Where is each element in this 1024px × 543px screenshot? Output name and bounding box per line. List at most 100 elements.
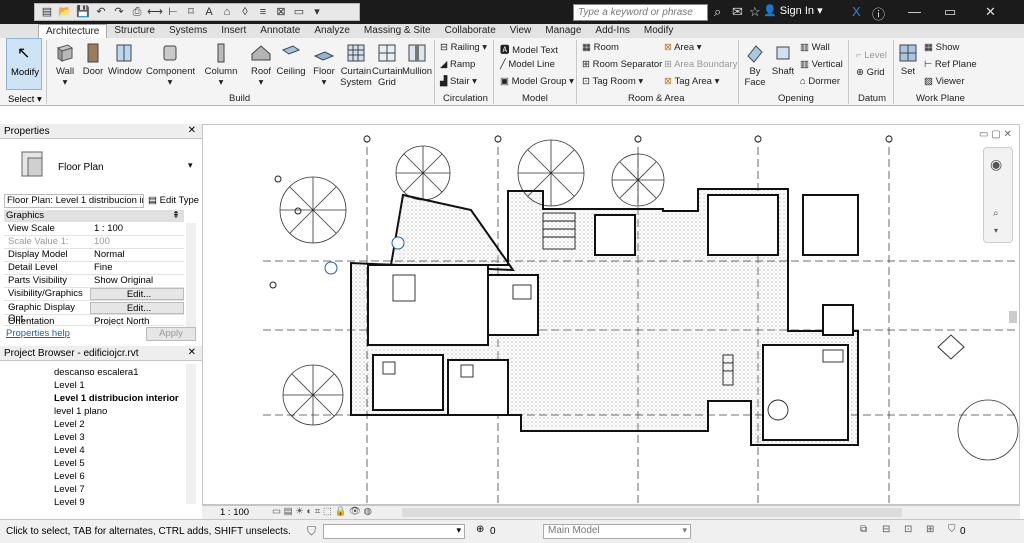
area-button[interactable]: ⊠ Area ▾ bbox=[664, 42, 702, 53]
area-boundary-button[interactable]: ⊞ Area Boundary bbox=[664, 59, 737, 70]
filter-selection-icon[interactable]: ⛉ bbox=[948, 524, 956, 535]
save-icon[interactable]: 💾 bbox=[75, 5, 91, 19]
floor-button[interactable]: Floor ▾ bbox=[310, 42, 338, 88]
ref-plane-button[interactable]: ⊢ Ref Plane bbox=[924, 59, 977, 70]
tab-manage[interactable]: Manage bbox=[538, 24, 588, 38]
visibility-edit-button[interactable]: Edit... bbox=[90, 288, 184, 300]
signin-button[interactable]: 👤 Sign In ▾ bbox=[763, 4, 823, 17]
prop-value[interactable]: Show Original bbox=[90, 275, 184, 287]
switch-windows-icon[interactable]: ▭ bbox=[291, 5, 307, 19]
select-underlay-icon[interactable]: ⊟ bbox=[882, 524, 890, 535]
show-crop-icon[interactable]: ⬚ bbox=[323, 506, 332, 517]
browser-item[interactable]: descanso escalera1 bbox=[54, 367, 139, 378]
room-separator-button[interactable]: ⊞ Room Separator bbox=[582, 59, 662, 70]
canvas-scrollbar[interactable] bbox=[1009, 311, 1017, 323]
view-controls-icons[interactable]: ▭ ▤ ☀ ◐ ⌗ ⬚ 🔒 👁 ◍ bbox=[272, 506, 372, 517]
window-button[interactable]: Window bbox=[108, 42, 142, 77]
print-icon[interactable]: ⎙ bbox=[129, 5, 145, 19]
redo-icon[interactable]: ↷ bbox=[111, 5, 127, 19]
visual-style-icon[interactable]: ▤ bbox=[284, 506, 293, 517]
model-group-button[interactable]: ▣ Model Group ▾ bbox=[500, 76, 574, 87]
shaft-button[interactable]: Shaft bbox=[770, 42, 796, 77]
app-menu-icon[interactable]: ▤ bbox=[39, 5, 55, 19]
browser-item[interactable]: Level 6 bbox=[54, 471, 85, 482]
edit-type-button[interactable]: ▤ Edit Type bbox=[148, 195, 199, 206]
tab-modify[interactable]: Modify bbox=[637, 24, 680, 38]
prop-value[interactable]: Project North bbox=[90, 316, 184, 325]
maximize-icon[interactable]: ▭ bbox=[944, 4, 956, 20]
text-icon[interactable]: A bbox=[201, 5, 217, 19]
tab-annotate[interactable]: Annotate bbox=[253, 24, 307, 38]
section-header[interactable]: Graphics ⇞ bbox=[4, 210, 184, 222]
model-line-button[interactable]: ╱ Model Line bbox=[500, 59, 555, 70]
wall-opening-button[interactable]: ▥ Wall bbox=[800, 42, 830, 53]
browser-item[interactable]: Level 2 bbox=[54, 419, 85, 430]
view-scale[interactable]: 1 : 100 bbox=[220, 507, 249, 518]
sun-path-icon[interactable]: ☀ bbox=[295, 506, 304, 517]
modify-button[interactable]: ↖ Modify bbox=[6, 38, 42, 90]
apply-button[interactable]: Apply bbox=[146, 327, 196, 341]
show-button[interactable]: ▦ Show bbox=[924, 42, 959, 53]
communication-icon[interactable]: ✉ bbox=[732, 4, 743, 20]
browser-item[interactable]: Level 5 bbox=[54, 458, 85, 469]
minimize-icon[interactable]: — bbox=[908, 4, 921, 19]
wall-button[interactable]: Wall ▾ bbox=[52, 42, 78, 88]
tag-room-button[interactable]: ⊡ Tag Room ▾ bbox=[582, 76, 643, 87]
select-by-face-icon[interactable]: ⊞ bbox=[926, 524, 934, 535]
level-button[interactable]: ⌐ Level bbox=[856, 50, 887, 61]
measure-icon[interactable]: ⟷ bbox=[147, 5, 163, 19]
select-pinned-icon[interactable]: ⊡ bbox=[904, 524, 912, 535]
detail-level-icon[interactable]: ▭ bbox=[272, 506, 281, 517]
roof-button[interactable]: Roof ▾ bbox=[248, 42, 274, 88]
binoculars-icon[interactable]: ⌕ bbox=[714, 4, 721, 20]
tag-area-button[interactable]: ⊠ Tag Area ▾ bbox=[664, 76, 719, 87]
properties-help-link[interactable]: Properties help bbox=[6, 328, 70, 339]
properties-scrollbar[interactable] bbox=[186, 223, 196, 327]
undo-icon[interactable]: ↶ bbox=[93, 5, 109, 19]
room-button[interactable]: ▦ Room bbox=[582, 42, 619, 53]
viewer-button[interactable]: ▨ Viewer bbox=[924, 76, 965, 87]
tab-add-ins[interactable]: Add-Ins bbox=[588, 24, 636, 38]
open-icon[interactable]: 📂 bbox=[57, 5, 73, 19]
reveal-icon[interactable]: ◍ bbox=[364, 506, 372, 517]
prop-value[interactable]: 1 : 100 bbox=[90, 223, 184, 235]
mullion-button[interactable]: Mullion bbox=[402, 42, 432, 77]
tab-insert[interactable]: Insert bbox=[214, 24, 253, 38]
navigation-bar[interactable]: ◉ ⌕ ▾ bbox=[983, 147, 1013, 243]
stair-button[interactable]: ▟ Stair ▾ bbox=[440, 76, 477, 87]
model-text-button[interactable]: 🅰 Model Text bbox=[500, 42, 558, 56]
favorites-icon[interactable]: ☆ bbox=[749, 4, 761, 20]
browser-item[interactable]: Level 3 bbox=[54, 432, 85, 443]
select-links-icon[interactable]: ⧉ bbox=[860, 524, 867, 535]
hide-icon[interactable]: 👁 bbox=[349, 506, 361, 517]
by-face-button[interactable]: By Face bbox=[742, 42, 768, 88]
vertical-opening-button[interactable]: ▥ Vertical bbox=[800, 59, 843, 70]
prop-value[interactable]: Normal bbox=[90, 249, 184, 261]
browser-item[interactable]: level 1 plano bbox=[54, 406, 107, 417]
filter-icon[interactable]: ⛉ bbox=[307, 524, 316, 539]
tab-massing-site[interactable]: Massing & Site bbox=[357, 24, 438, 38]
close-hidden-icon[interactable]: ⊠ bbox=[273, 5, 289, 19]
browser-scrollbar[interactable] bbox=[186, 364, 196, 504]
design-option-dropdown[interactable]: Main Model ▾ bbox=[543, 524, 691, 539]
door-button[interactable]: Door bbox=[80, 42, 106, 77]
component-button[interactable]: Component ▾ bbox=[146, 42, 195, 88]
tab-analyze[interactable]: Analyze bbox=[307, 24, 357, 38]
ramp-button[interactable]: ◢ Ramp bbox=[440, 59, 475, 70]
qat-dropdown-icon[interactable]: ▾ bbox=[309, 5, 325, 19]
help-icon[interactable]: ⓘ bbox=[872, 4, 885, 23]
tab-view[interactable]: View bbox=[503, 24, 539, 38]
close-icon[interactable]: ✕ bbox=[188, 125, 196, 136]
grid-button[interactable]: ⊕ Grid bbox=[856, 67, 885, 78]
drawing-canvas[interactable]: ▭ ▢ ✕ ◉ ⌕ ▾ bbox=[202, 124, 1020, 505]
lock-icon[interactable]: 🔒 bbox=[334, 506, 346, 517]
curtain-grid-button[interactable]: Curtain Grid bbox=[372, 42, 403, 88]
horizontal-scrollbar[interactable] bbox=[402, 508, 902, 517]
browser-item[interactable]: Level 9 bbox=[54, 497, 85, 508]
select-dropdown[interactable]: Select ▾ bbox=[8, 94, 42, 105]
instance-selector[interactable]: Floor Plan: Level 1 distribucion in bbox=[4, 194, 144, 208]
search-input[interactable]: Type a keyword or phrase bbox=[573, 4, 708, 21]
tab-architecture[interactable]: Architecture bbox=[38, 24, 108, 38]
shadows-icon[interactable]: ◐ bbox=[306, 506, 312, 517]
browser-item[interactable]: Level 7 bbox=[54, 484, 85, 495]
